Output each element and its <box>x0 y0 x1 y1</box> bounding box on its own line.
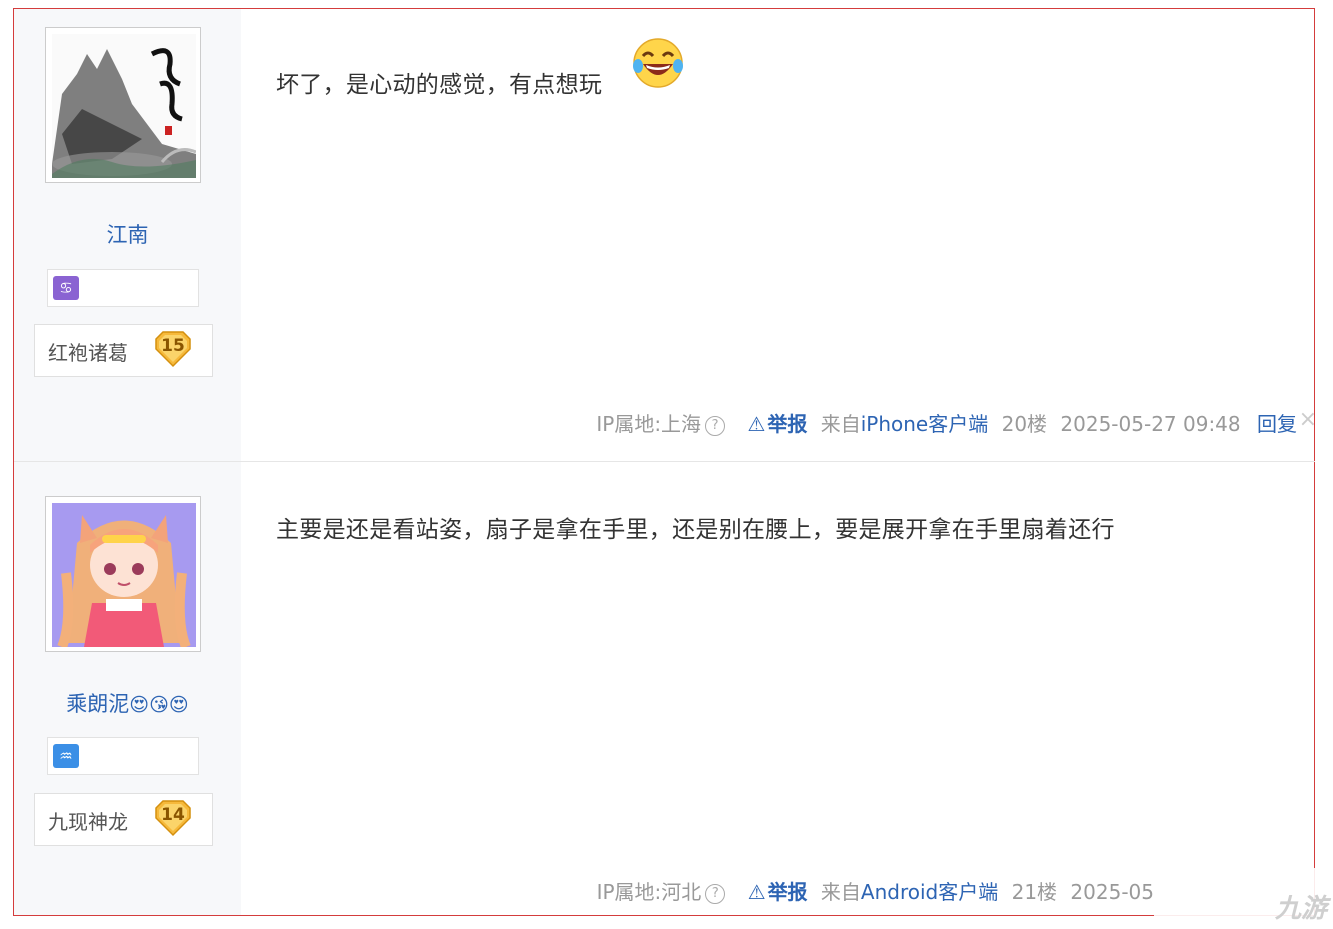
warning-icon: ⚠ <box>747 880 766 904</box>
client-link[interactable]: iPhone客户端 <box>861 412 989 436</box>
post-floor-20: 江南 ♋ 红袍诸葛 15 坏了，是心动的感觉，有点想玩 IP属地:上海? ⚠ 举报… <box>14 9 1317 462</box>
post-content: 主要是还是看站姿，扇子是拿在手里，还是别在腰上，要是展开拿在手里扇着还行 <box>276 510 1115 544</box>
aquarius-icon: ♒ <box>53 744 79 768</box>
laughing-tears-emoji <box>633 38 683 88</box>
post-text: 主要是还是看站姿，扇子是拿在手里，还是别在腰上，要是展开拿在手里扇着还行 <box>276 517 1115 543</box>
floor-number: 21楼 <box>1011 880 1058 904</box>
cancer-icon: ♋ <box>53 276 79 300</box>
floor-number: 20楼 <box>1001 412 1048 436</box>
ip-location: IP属地:上海 <box>596 412 702 436</box>
help-icon[interactable]: ? <box>705 884 726 904</box>
ip-location: IP属地:河北 <box>596 880 702 904</box>
member-badge[interactable]: 九现神龙 14 <box>34 793 213 846</box>
post-content: 坏了，是心动的感觉，有点想玩 <box>276 65 602 99</box>
level-shield-icon: 14 <box>155 800 191 837</box>
member-badge[interactable]: 红袍诸葛 15 <box>34 324 213 377</box>
post-tail: IP属地:河北? ⚠ 举报 来自Android客户端 21楼 2025-05 <box>590 876 1154 905</box>
post-time: 2025-05 <box>1070 880 1154 904</box>
client-source: 来自iPhone客户端 <box>820 412 989 436</box>
author-sidebar: 乘朗泥😍😘😍 ♒ 九现神龙 14 <box>14 462 241 915</box>
avatar[interactable] <box>45 27 201 183</box>
report-button[interactable]: ⚠ 举报 <box>747 412 807 436</box>
username-link[interactable]: 江南 <box>14 219 241 249</box>
warning-icon: ⚠ <box>747 412 766 436</box>
badge-name: 九现神龙 <box>48 810 128 834</box>
zodiac-badge[interactable]: ♒ <box>47 737 199 775</box>
zodiac-badge[interactable]: ♋ <box>47 269 199 307</box>
client-source: 来自Android客户端 <box>820 880 999 904</box>
level-shield-icon: 15 <box>155 331 191 368</box>
help-icon[interactable]: ? <box>705 416 726 436</box>
avatar-ink-painting <box>52 34 196 178</box>
watermark-text: 九游 <box>1274 894 1327 924</box>
post-time: 2025-05-27 09:48 <box>1060 412 1241 436</box>
avatar[interactable] <box>45 496 201 652</box>
client-link[interactable]: Android客户端 <box>861 880 998 904</box>
username-emojis: 😍😘😍 <box>129 694 189 716</box>
avatar-anime-girl <box>52 503 196 647</box>
close-icon[interactable]: × <box>1299 407 1317 432</box>
report-button[interactable]: ⚠ 举报 <box>748 880 808 904</box>
username-link[interactable]: 乘朗泥😍😘😍 <box>14 688 241 718</box>
level-number: 14 <box>161 805 185 825</box>
watermark: 九游 <box>1154 868 1333 929</box>
post-text: 坏了，是心动的感觉，有点想玩 <box>276 72 603 98</box>
author-sidebar: 江南 ♋ 红袍诸葛 15 <box>14 9 241 461</box>
badge-name: 红袍诸葛 <box>48 341 128 365</box>
post-tail: IP属地:上海? ⚠ 举报 来自iPhone客户端 20楼 2025-05-27 … <box>589 408 1297 437</box>
post-floor-21: 乘朗泥😍😘😍 ♒ 九现神龙 14 主要是还是看站姿，扇子是拿在手里，还是别在腰上… <box>14 462 1315 915</box>
level-number: 15 <box>161 336 185 356</box>
reply-button[interactable]: 回复 <box>1257 412 1297 436</box>
